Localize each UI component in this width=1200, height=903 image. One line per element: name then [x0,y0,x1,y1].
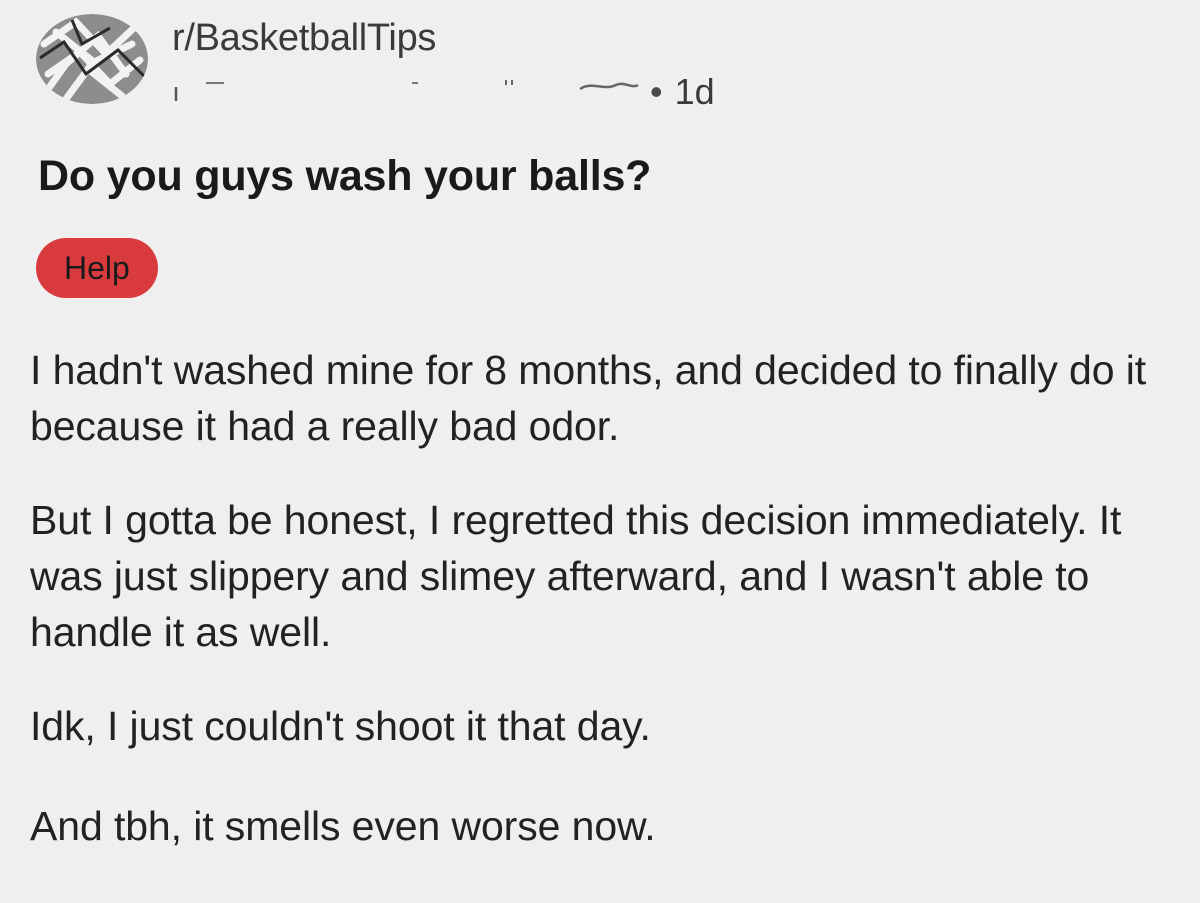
post-header: r/BasketballTips • 1d [36,14,715,114]
subreddit-avatar[interactable] [36,14,148,104]
body-paragraph: Idk, I just couldn't shoot it that day. [30,703,651,749]
post-byline: • 1d [172,70,715,114]
post-body: I hadn't washed mine for 8 months, and d… [30,342,1190,892]
body-paragraph: I hadn't washed mine for 8 months, and d… [30,347,1147,449]
post-meta: r/BasketballTips • 1d [172,14,715,114]
post-title[interactable]: Do you guys wash your balls? [38,150,651,202]
reddit-post: r/BasketballTips • 1d Do you guys wash y… [0,0,1200,903]
username-redacted[interactable] [172,77,642,107]
body-paragraph: But I gotta be honest, I regretted this … [30,497,1122,655]
post-flair[interactable]: Help [36,238,158,298]
body-paragraph: And tbh, it smells even worse now. [30,803,656,849]
post-timestamp: 1d [674,71,715,112]
subreddit-name[interactable]: r/BasketballTips [172,16,715,60]
meta-separator: • [650,71,663,112]
